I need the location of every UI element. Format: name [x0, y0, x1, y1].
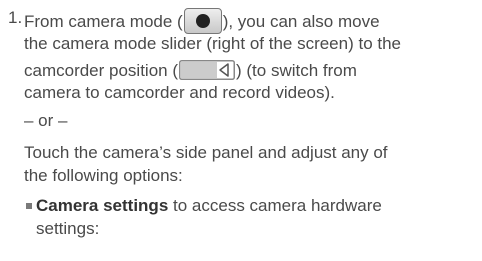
bullet-item-line2: settings:: [36, 219, 100, 238]
bullet-square-icon: [26, 203, 32, 209]
step1-line1-start: From camera mode (: [24, 12, 183, 31]
step1-line3-end: ) (to switch from: [236, 61, 357, 80]
or-separator: – or –: [24, 111, 68, 130]
alt-instruction-line1: Touch the camera’s side panel and adjust…: [24, 143, 388, 162]
step1-line1-end: ), you can also move: [222, 12, 380, 31]
step1-line3-start: camcorder position (: [24, 61, 179, 80]
bullet-item-rest: to access camera hardware: [168, 196, 382, 215]
step1-line1: From camera mode ( ), you can also move: [24, 8, 380, 34]
camera-shutter-icon: [183, 8, 222, 34]
document-page: { "step1": { "number": "1.", "line1_befo…: [0, 0, 482, 261]
camcorder-slider-icon: [179, 60, 236, 80]
step1-line2: the camera mode slider (right of the scr…: [24, 34, 402, 53]
alt-instruction-line2: the following options:: [24, 166, 183, 185]
camera-shutter-dot: [195, 14, 210, 28]
camera-settings-label: Camera settings: [36, 196, 169, 215]
step-number: 1.: [8, 8, 23, 27]
step1-line3: camcorder position ( ) (to switch from: [24, 60, 357, 81]
step1-line4: camera to camcorder and record videos).: [24, 83, 335, 102]
bullet-item-line1: Camera settings to access camera hardwar…: [36, 196, 382, 216]
